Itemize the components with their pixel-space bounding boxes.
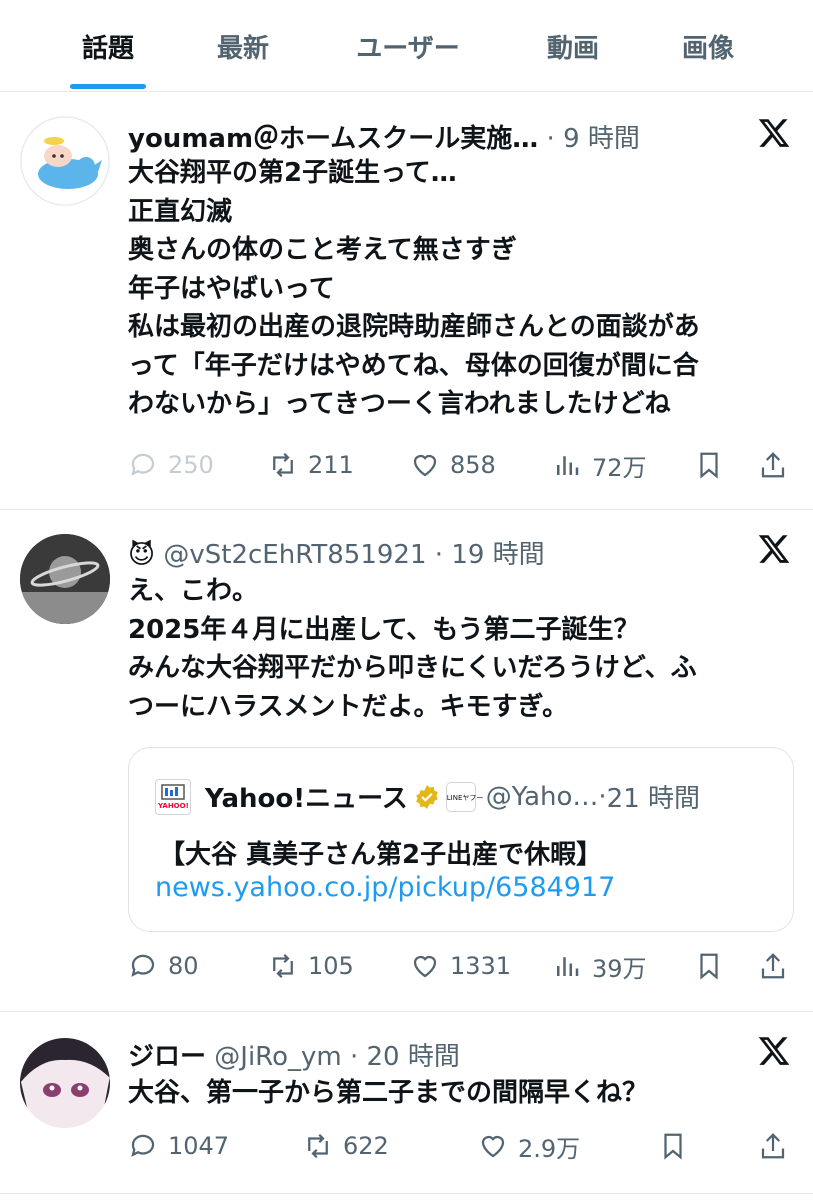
post-body: え、こわ。 2025年４月に出産して、もう第二子誕生？ みんな大谷翔平だから叩き…: [128, 576, 697, 722]
reply-icon: [131, 453, 155, 476]
bookmark-button[interactable]: [658, 1126, 698, 1166]
line-yahoo-badge: LINEヤフー: [445, 781, 483, 812]
bookmark-icon: [700, 953, 718, 980]
author-handle[interactable]: @vSt2cEhRT851921: [163, 540, 426, 570]
x-logo-icon: [758, 119, 790, 147]
author-name[interactable]: ジロー: [128, 1042, 206, 1072]
post-time[interactable]: 9 時間: [563, 124, 640, 154]
heart-icon: [413, 454, 437, 477]
post-body: 大谷翔平の第2子誕生って… 正直幻滅 奥さんの体のこと考えて無さすぎ 年子はやば…: [128, 158, 700, 419]
reply-button[interactable]: 80: [128, 946, 199, 986]
repost-icon: [273, 953, 293, 979]
repost-icon: [273, 452, 293, 478]
heart-icon: [413, 955, 437, 978]
repost-icon: [308, 1133, 328, 1159]
reply-count: 250: [168, 451, 214, 479]
post-header: 😈 @vSt2cEhRT851921 · 19 時間: [128, 540, 545, 570]
heart-icon: [481, 1135, 505, 1158]
repost-button[interactable]: 105: [268, 946, 354, 986]
active-tab-indicator: [70, 84, 146, 89]
x-logo-icon: [758, 1037, 790, 1065]
bookmark-button[interactable]: [694, 946, 734, 986]
like-count: 2.9万: [518, 1134, 581, 1163]
post-header: ジロー @JiRo_ym · 20 時間: [128, 1042, 460, 1072]
quoted-post-header: YAHOO! Yahoo!ニュース LINEヤフー @Yaho… · 21 時間: [155, 778, 700, 815]
repost-count: 622: [343, 1132, 389, 1160]
bookmark-icon: [664, 1133, 682, 1160]
post-item[interactable]: 😈 @vSt2cEhRT851921 · 19 時間 え、こわ。 2025年４月…: [0, 510, 813, 1012]
reply-count: 1047: [168, 1132, 230, 1160]
quoted-post-title: 【大谷 真美子さん第2子出産で休暇】: [159, 840, 603, 870]
avatar[interactable]: [20, 116, 110, 206]
share-button[interactable]: [758, 946, 798, 986]
quoted-author-handle[interactable]: @Yaho…: [486, 782, 599, 812]
bookmark-button[interactable]: [694, 445, 734, 485]
post-item[interactable]: youmam＠ホームスクール実施… · 9 時間 大谷翔平の第2子誕生って… 正…: [0, 92, 813, 510]
repost-count: 105: [308, 952, 354, 980]
tab-latest[interactable]: 最新: [175, 28, 311, 65]
verified-badge-icon: [415, 784, 438, 809]
avatar[interactable]: [20, 1038, 110, 1128]
quoted-post-time[interactable]: 21 時間: [607, 778, 700, 815]
reply-count: 80: [168, 952, 199, 980]
reply-button[interactable]: 1047: [128, 1126, 229, 1166]
post-item[interactable]: ジロー @JiRo_ym · 20 時間 大谷、第一子から第二子までの間隔早くね…: [0, 1012, 813, 1194]
share-icon: [761, 452, 785, 478]
reply-icon: [131, 954, 155, 977]
post-actions: 250 211 858 72万: [128, 445, 793, 485]
view-count: 39万: [592, 954, 647, 983]
repost-count: 211: [308, 451, 354, 479]
reply-icon: [131, 1134, 155, 1157]
yahoo-news-logo: YAHOO!: [155, 778, 191, 815]
quoted-post[interactable]: YAHOO! Yahoo!ニュース LINEヤフー @Yaho… · 21 時間…: [128, 747, 794, 932]
x-logo-icon: [758, 535, 790, 563]
reply-button[interactable]: 250: [128, 445, 214, 485]
like-count: 858: [450, 451, 496, 479]
post-actions: 1047 622 2.9万: [128, 1126, 793, 1166]
post-body: 大谷、第一子から第二子までの間隔早くね？: [128, 1078, 649, 1108]
views-chart-icon: [557, 456, 579, 475]
tab-images[interactable]: 画像: [640, 28, 776, 65]
post-header: youmam＠ホームスクール実施… · 9 時間: [128, 124, 640, 154]
quoted-author-name[interactable]: Yahoo!ニュース: [205, 778, 408, 815]
post-time[interactable]: 20 時間: [367, 1042, 460, 1072]
like-button[interactable]: 1331: [410, 946, 511, 986]
search-tabs: 話題 最新 ユーザー 動画 画像: [0, 0, 813, 92]
repost-button[interactable]: 211: [268, 445, 354, 485]
views-button[interactable]: 39万: [552, 946, 647, 986]
author-handle[interactable]: @JiRo_ym: [214, 1042, 341, 1072]
author-name[interactable]: youmam＠ホームスクール実施…: [128, 124, 538, 154]
repost-button[interactable]: 622: [303, 1126, 389, 1166]
share-button[interactable]: [758, 445, 798, 485]
like-button[interactable]: 2.9万: [478, 1126, 580, 1166]
share-icon: [761, 953, 785, 979]
post-actions: 80 105 1331 39万: [128, 946, 793, 986]
yahoo-logo-text: YAHOO!: [158, 801, 189, 810]
views-button[interactable]: 72万: [552, 445, 647, 485]
author-name[interactable]: 😈: [128, 540, 155, 570]
tab-trending[interactable]: 話題: [40, 28, 176, 65]
avatar[interactable]: [20, 534, 110, 624]
tab-users[interactable]: ユーザー: [340, 28, 476, 65]
like-count: 1331: [450, 952, 512, 980]
bookmark-icon: [700, 452, 718, 479]
tab-videos[interactable]: 動画: [505, 28, 641, 65]
share-button[interactable]: [758, 1126, 798, 1166]
views-chart-icon: [557, 957, 579, 976]
share-icon: [761, 1133, 785, 1159]
post-time[interactable]: 19 時間: [451, 540, 544, 570]
like-button[interactable]: 858: [410, 445, 496, 485]
quoted-post-link[interactable]: news.yahoo.co.jp/pickup/6584917: [155, 872, 615, 903]
view-count: 72万: [592, 453, 647, 482]
